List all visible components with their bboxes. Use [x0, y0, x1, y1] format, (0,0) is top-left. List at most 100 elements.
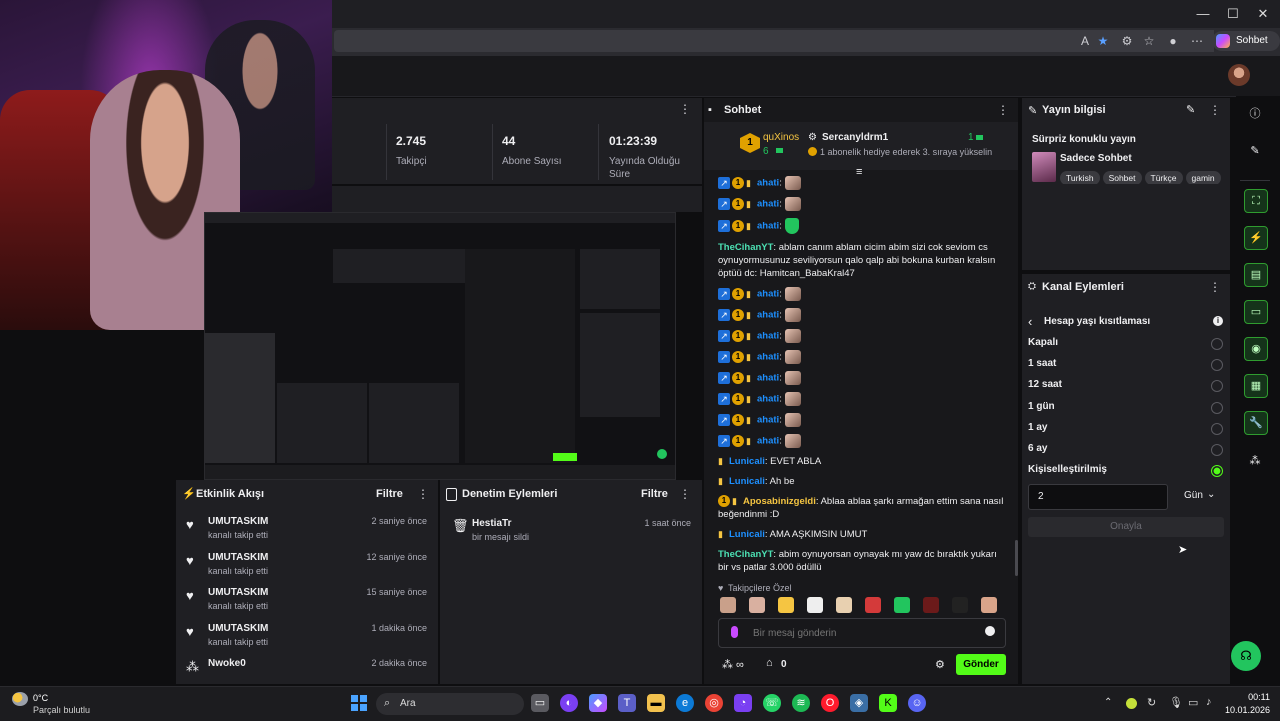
tray-app-icon[interactable] — [1126, 698, 1137, 709]
minimize-button[interactable]: — — [1188, 4, 1218, 24]
follower-emote[interactable] — [749, 597, 765, 613]
volume-icon[interactable]: ♪ — [1206, 696, 1212, 708]
chat-username[interactable]: ahati — [757, 394, 779, 405]
activity-item-name[interactable]: UMUTASKIM — [208, 623, 268, 634]
opera-icon[interactable]: O — [821, 694, 839, 712]
info-icon[interactable]: i — [1213, 316, 1223, 326]
age-option-radio[interactable] — [1211, 359, 1223, 372]
app-icon-1[interactable]: ◐ — [560, 694, 578, 712]
rail-broadcast-icon[interactable]: ◉ — [1244, 337, 1268, 361]
age-option-radio[interactable] — [1211, 380, 1223, 393]
task-view-icon[interactable]: ▭ — [531, 694, 549, 712]
age-option-radio[interactable] — [1211, 444, 1223, 456]
teams-icon[interactable]: T — [618, 694, 636, 712]
profile-icon[interactable]: ● — [1164, 32, 1182, 50]
stream-tag[interactable]: Sohbet — [1102, 171, 1142, 184]
clock-date[interactable]: 10.01.2026 — [1218, 705, 1270, 715]
send-button[interactable]: Gönder — [956, 654, 1006, 675]
chat-username[interactable]: ahati — [757, 373, 779, 384]
rail-more-icon[interactable]: ⁂ — [1244, 450, 1266, 472]
chat-username[interactable]: Lunicali — [729, 456, 765, 467]
stream-tag[interactable]: Turkish — [1060, 171, 1100, 184]
unit-select[interactable]: Gün — [1184, 490, 1203, 501]
follower-emote[interactable] — [923, 597, 939, 613]
emote-picker-icon[interactable] — [731, 626, 738, 638]
favorites-icon[interactable]: ☆ — [1140, 32, 1158, 50]
copilot-taskbar-icon[interactable]: ◆ — [589, 694, 607, 712]
follower-emote[interactable] — [894, 597, 910, 613]
rail-focus-icon[interactable]: ⛶ — [1244, 189, 1268, 213]
app-icon-2[interactable]: ◔ — [734, 694, 752, 712]
back-chevron-icon[interactable]: ‹ — [1028, 314, 1032, 329]
spotify-icon[interactable]: ≋ — [792, 694, 810, 712]
weather-icon[interactable] — [12, 692, 28, 706]
rail-layout-icon[interactable]: ▦ — [1244, 374, 1268, 398]
chat-username[interactable]: Lunicali — [729, 476, 765, 487]
extensions-icon[interactable]: ⚙ — [1118, 32, 1136, 50]
moderation-filter-button[interactable]: Filtre — [641, 488, 668, 500]
emoji-icon[interactable] — [985, 626, 995, 636]
activity-item-name[interactable]: UMUTASKIM — [208, 552, 268, 563]
help-headset-icon[interactable]: ☊ — [1231, 641, 1261, 671]
activity-item-name[interactable]: UMUTASKIM — [208, 587, 268, 598]
copilot-button[interactable]: Sohbet et — [1212, 31, 1280, 66]
edit-icon[interactable]: ✎ — [1186, 103, 1195, 116]
chrome-icon[interactable]: ◎ — [705, 694, 723, 712]
custom-value-input[interactable]: 2 — [1028, 484, 1168, 510]
age-option-radio[interactable] — [1211, 422, 1223, 435]
category-thumbnail[interactable] — [1032, 152, 1056, 182]
discord-icon[interactable]: ☺ — [908, 694, 926, 712]
weather-desc[interactable]: Parçalı bulutlu — [33, 705, 90, 715]
stream-tag[interactable]: Türkçe — [1144, 171, 1183, 184]
clock-time[interactable]: 00:11 — [1228, 692, 1270, 702]
follower-emote[interactable] — [836, 597, 852, 613]
chat-username[interactable]: ahati — [757, 221, 779, 232]
activity-filter-button[interactable]: Filtre — [376, 488, 403, 500]
activity-item-name[interactable]: Nwoke0 — [208, 658, 246, 669]
rail-chat-icon[interactable]: ▭ — [1244, 300, 1268, 324]
follower-emote[interactable] — [981, 597, 997, 613]
read-aloud-icon[interactable]: A — [1076, 32, 1094, 50]
stats-menu-icon[interactable]: ⋮ — [678, 102, 692, 116]
chat-username[interactable]: ahati — [757, 415, 779, 426]
users-icon[interactable]: ⁂ ∞ — [722, 658, 744, 671]
app-icon-3[interactable]: ◈ — [850, 694, 868, 712]
gift-user-name[interactable]: Sercanyldrm1 — [822, 132, 888, 143]
age-option-radio[interactable] — [1211, 338, 1223, 350]
follower-emote[interactable] — [952, 597, 968, 613]
chat-message-input[interactable] — [751, 623, 975, 643]
maximize-button[interactable]: ☐ — [1218, 4, 1248, 24]
chat-scrollbar[interactable] — [1015, 540, 1018, 576]
channel-actions-menu-icon[interactable]: ⋮ — [1208, 280, 1222, 294]
rail-pencil-icon[interactable]: ✎ — [1244, 140, 1266, 162]
stream-tag[interactable]: gamin — [1185, 171, 1221, 184]
close-button[interactable]: ✕ — [1248, 4, 1278, 24]
follower-emote[interactable] — [865, 597, 881, 613]
top-gifter-name[interactable]: quXinos — [763, 132, 799, 143]
chat-username[interactable]: ahati — [757, 310, 779, 321]
chat-username[interactable]: ahati — [757, 436, 779, 447]
microphone-icon[interactable]: 🎙 — [1169, 696, 1183, 709]
rail-document-icon[interactable]: ▤ — [1244, 263, 1268, 287]
user-avatar[interactable] — [1228, 64, 1250, 86]
moderation-menu-icon[interactable]: ⋮ — [678, 487, 692, 501]
chat-menu-icon[interactable]: ⋮ — [996, 103, 1010, 117]
rail-info-icon[interactable]: ⓘ — [1244, 103, 1266, 125]
chevron-down-icon[interactable]: ⌄ — [1207, 489, 1215, 500]
chat-input-field[interactable] — [718, 618, 1006, 648]
confirm-button[interactable]: Onayla — [1028, 517, 1224, 537]
follower-emote[interactable] — [807, 597, 823, 613]
stream-info-menu-icon[interactable]: ⋮ — [1208, 103, 1222, 117]
rail-lightning-icon[interactable]: ⚡ — [1244, 226, 1268, 250]
rail-wrench-icon[interactable]: 🔧 — [1244, 411, 1268, 435]
tray-sync-icon[interactable]: ↻ — [1147, 696, 1156, 709]
chat-settings-icon[interactable]: ⚙ — [935, 658, 945, 671]
follower-emote[interactable] — [778, 597, 794, 613]
chat-username[interactable]: ahati — [757, 331, 779, 342]
chat-username[interactable]: Aposabinizgeldi — [743, 496, 816, 507]
edge-icon[interactable]: e — [676, 694, 694, 712]
activity-menu-icon[interactable]: ⋮ — [416, 487, 430, 501]
windows-start-icon[interactable] — [351, 695, 367, 711]
activity-item-name[interactable]: UMUTASKIM — [208, 516, 268, 527]
age-option-radio[interactable] — [1211, 465, 1223, 478]
